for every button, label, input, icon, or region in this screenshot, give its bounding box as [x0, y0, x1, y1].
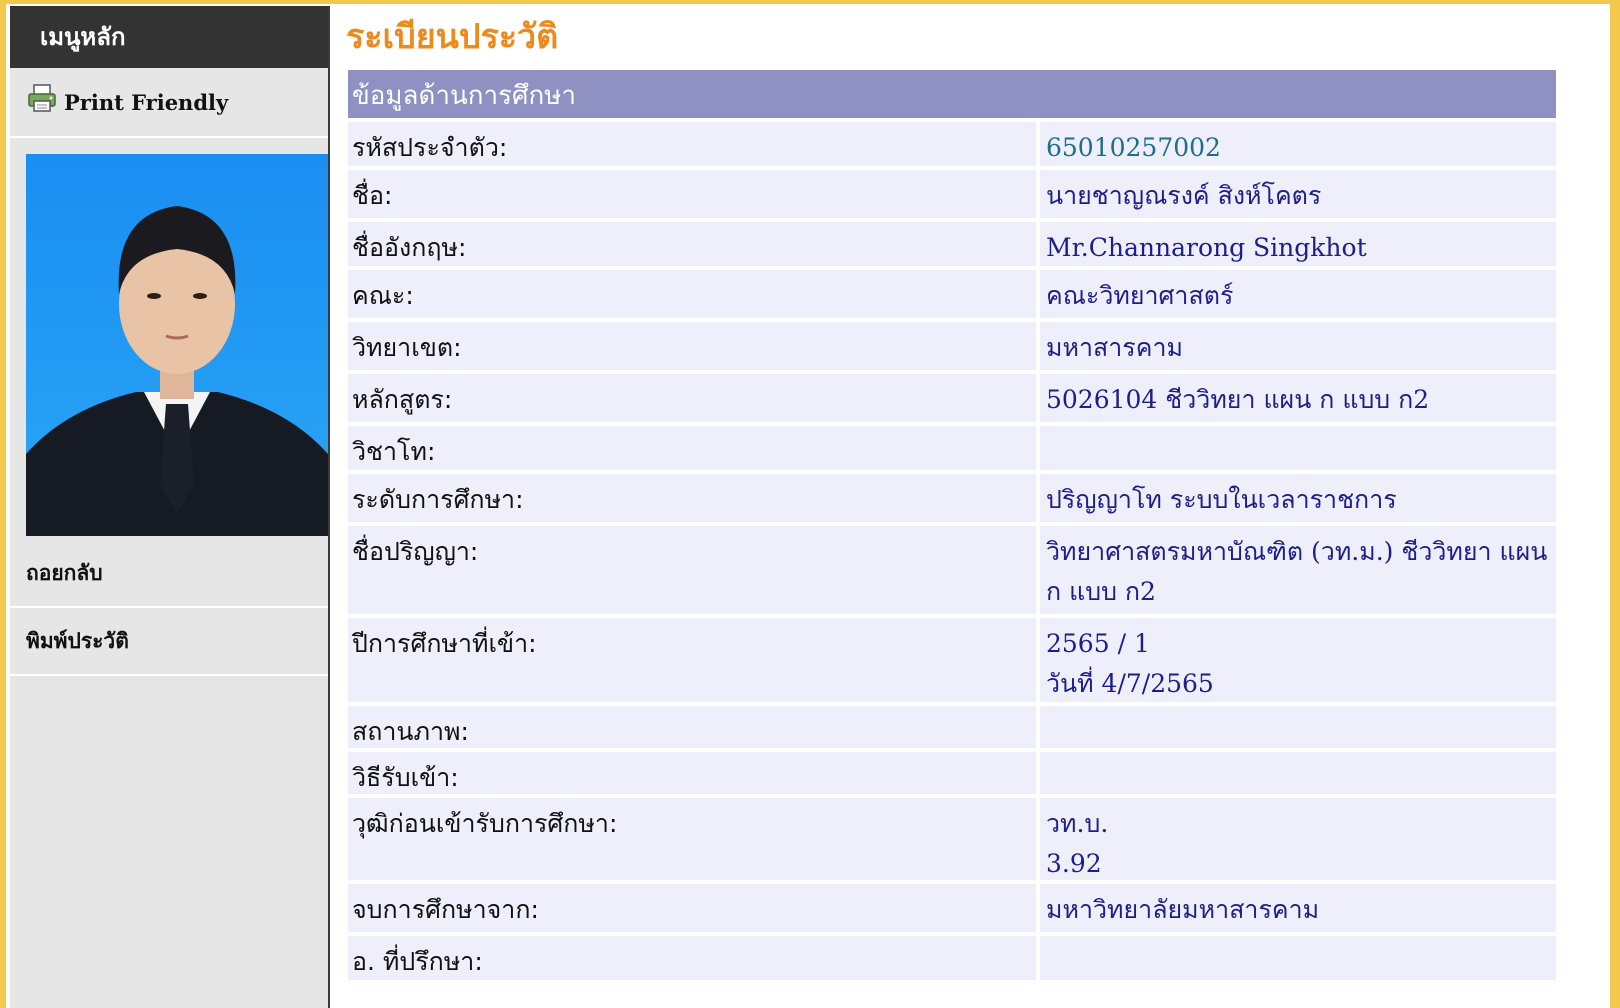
field-value: มหาสารคาม: [1040, 322, 1556, 370]
field-label: สถานภาพ:: [348, 706, 1036, 748]
field-value-line: 5026104 ชีววิทยา แผน ก แบบ ก2: [1046, 385, 1430, 414]
field-value: [1040, 426, 1556, 470]
field-value: 2565 / 1 วันที่ 4/7/2565: [1040, 618, 1556, 702]
table-row: สถานภาพ:: [348, 706, 1556, 748]
field-value-line: 65010257002: [1046, 133, 1221, 162]
field-value-line: ก แบบ ก2: [1046, 577, 1156, 606]
table-row: วุฒิก่อนเข้ารับการศึกษา: วท.บ. 3.92: [348, 798, 1556, 880]
field-label: วิชาโท:: [348, 426, 1036, 470]
field-value-line: 3.92: [1046, 849, 1102, 878]
table-row: ชื่อปริญญา: วิทยาศาสตรมหาบัณฑิต (วท.ม.) ช…: [348, 526, 1556, 614]
field-value: [1040, 752, 1556, 794]
field-label: ระดับการศึกษา:: [348, 474, 1036, 522]
field-label: ปีการศึกษาที่เข้า:: [348, 618, 1036, 702]
field-label: อ. ที่ปรึกษา:: [348, 936, 1036, 980]
field-value-line: มหาวิทยาลัยมหาสารคาม: [1046, 895, 1320, 924]
field-label: ชื่อปริญญา:: [348, 526, 1036, 614]
table-row: อ. ที่ปรึกษา:: [348, 936, 1556, 980]
table-row: ชื่อ: นายชาญณรงค์ สิงห์โคตร: [348, 170, 1556, 218]
field-value-line: วันที่ 4/7/2565: [1046, 669, 1214, 698]
sidebar: เมนูหลัก Print Friendly ถอยกลับ พิมพ์ประ…: [10, 6, 330, 1008]
field-value-line: 2565 / 1: [1046, 629, 1150, 658]
field-label: วิธีรับเข้า:: [348, 752, 1036, 794]
table-row: รหัสประจำตัว: 65010257002: [348, 122, 1556, 166]
field-label: วิทยาเขต:: [348, 322, 1036, 370]
field-value-line: มหาสารคาม: [1046, 333, 1183, 362]
field-label: ชื่อ:: [348, 170, 1036, 218]
field-value-line: Mr.Channarong Singkhot: [1046, 233, 1367, 262]
field-value-line: ปริญญาโท ระบบในเวลาราชการ: [1046, 485, 1397, 514]
field-label: จบการศึกษาจาก:: [348, 884, 1036, 932]
section-header: ข้อมูลด้านการศึกษา: [348, 70, 1556, 118]
table-row: หลักสูตร: 5026104 ชีววิทยา แผน ก แบบ ก2: [348, 374, 1556, 422]
field-value: 65010257002: [1040, 122, 1556, 166]
field-value: 5026104 ชีววิทยา แผน ก แบบ ก2: [1040, 374, 1556, 422]
table-row: ปีการศึกษาที่เข้า: 2565 / 1 วันที่ 4/7/256…: [348, 618, 1556, 702]
field-value-line: นายชาญณรงค์ สิงห์โคตร: [1046, 181, 1322, 210]
student-photo: [26, 154, 328, 536]
printer-icon: [28, 84, 56, 112]
field-value-line: คณะวิทยาศาสตร์: [1046, 281, 1234, 310]
sidebar-title: เมนูหลัก: [10, 6, 328, 68]
field-value: มหาวิทยาลัยมหาสารคาม: [1040, 884, 1556, 932]
field-label: หลักสูตร:: [348, 374, 1036, 422]
field-label: รหัสประจำตัว:: [348, 122, 1036, 166]
field-value: [1040, 936, 1556, 980]
field-value: Mr.Channarong Singkhot: [1040, 222, 1556, 266]
field-label: ชื่ออังกฤษ:: [348, 222, 1036, 266]
education-info-table: รหัสประจำตัว: 65010257002 ชื่อ: นายชาญณรงค์…: [348, 122, 1556, 984]
print-friendly-link[interactable]: Print Friendly: [10, 68, 328, 138]
app-frame: เมนูหลัก Print Friendly ถอยกลับ พิมพ์ประ…: [6, 4, 1610, 1008]
field-value: วิทยาศาสตรมหาบัณฑิต (วท.ม.) ชีววิทยา แผน…: [1040, 526, 1556, 614]
field-value-line: วิทยาศาสตรมหาบัณฑิต (วท.ม.) ชีววิทยา แผน: [1046, 537, 1548, 566]
field-value: [1040, 706, 1556, 748]
field-label: วุฒิก่อนเข้ารับการศึกษา:: [348, 798, 1036, 880]
field-value: วท.บ. 3.92: [1040, 798, 1556, 880]
table-row: วิทยาเขต: มหาสารคาม: [348, 322, 1556, 370]
field-value: คณะวิทยาศาสตร์: [1040, 270, 1556, 318]
field-value: ปริญญาโท ระบบในเวลาราชการ: [1040, 474, 1556, 522]
table-row: วิชาโท:: [348, 426, 1556, 470]
print-friendly-label: Print Friendly: [64, 89, 229, 115]
field-label: คณะ:: [348, 270, 1036, 318]
page-title: ระเบียนประวัติ: [346, 17, 559, 57]
table-row: ชื่ออังกฤษ: Mr.Channarong Singkhot: [348, 222, 1556, 266]
table-row: คณะ: คณะวิทยาศาสตร์: [348, 270, 1556, 318]
field-value: นายชาญณรงค์ สิงห์โคตร: [1040, 170, 1556, 218]
table-row: วิธีรับเข้า:: [348, 752, 1556, 794]
back-link[interactable]: ถอยกลับ: [10, 540, 328, 608]
main-content: ระเบียนประวัติ ข้อมูลด้านการศึกษา รหัสปร…: [336, 4, 1610, 1008]
table-row: จบการศึกษาจาก: มหาวิทยาลัยมหาสารคาม: [348, 884, 1556, 932]
field-value-line: วท.บ.: [1046, 809, 1109, 838]
table-row: ระดับการศึกษา: ปริญญาโท ระบบในเวลาราชการ: [348, 474, 1556, 522]
print-history-link[interactable]: พิมพ์ประวัติ: [10, 608, 328, 676]
